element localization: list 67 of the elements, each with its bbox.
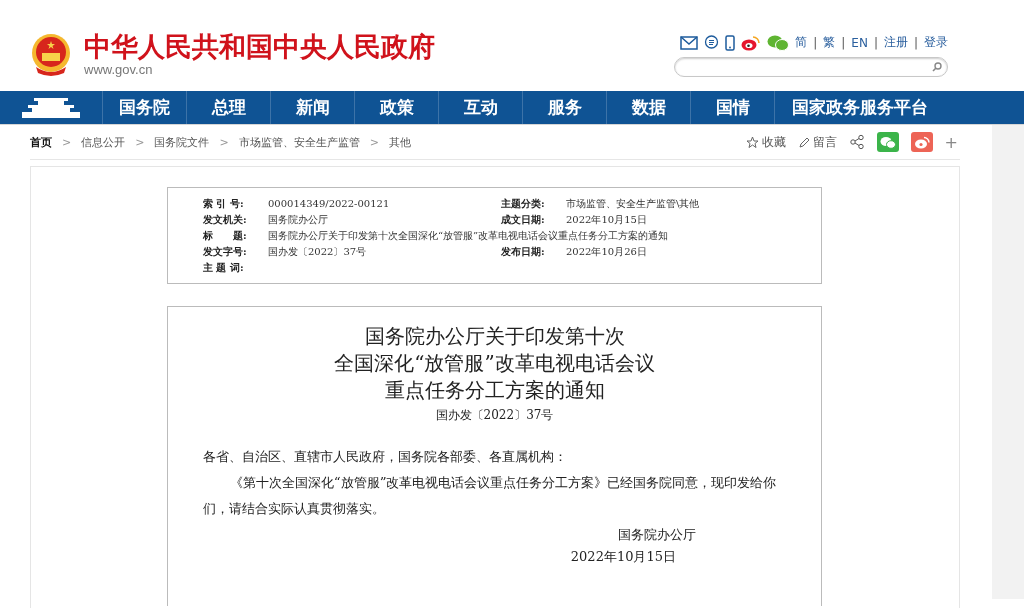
info-value: 市场监管、安全生产监管\其他 [566, 197, 701, 211]
breadcrumb-link[interactable]: 首页 [30, 134, 52, 150]
header-link[interactable]: 繁 [823, 34, 836, 51]
info-label: 主 题 词: [203, 261, 245, 275]
breadcrumb-link[interactable]: 国务院文件 [154, 134, 210, 150]
info-value: 国办发〔2022〕37号 [268, 245, 368, 259]
link-separator: | [873, 35, 878, 50]
info-label: 发文机关: [203, 213, 248, 227]
nav-tab[interactable]: 新闻 [271, 91, 355, 124]
pencil-icon [797, 135, 810, 149]
nav-tab[interactable]: 总理 [187, 91, 271, 124]
breadcrumb-separator: > [369, 135, 379, 149]
signature-text: 国务院办公厅 [617, 526, 697, 544]
nav-tab[interactable]: 服务 [523, 91, 607, 124]
breadcrumb-link[interactable]: 信息公开 [81, 134, 126, 150]
info-label: 发文字号: [203, 245, 248, 259]
wechat-share-button[interactable] [876, 132, 899, 152]
link-separator: | [841, 35, 846, 50]
nav-tab[interactable]: 国家政务服务平台 [775, 91, 945, 124]
comment-button[interactable]: 留言 [797, 133, 837, 151]
share-icon[interactable] [848, 134, 865, 150]
link-separator: | [813, 35, 818, 50]
header-link[interactable]: EN [851, 35, 868, 50]
info-label: 标 题: [203, 229, 248, 243]
wechat-icon[interactable] [767, 34, 790, 51]
mail-icon[interactable] [680, 35, 699, 50]
nav-tab[interactable]: 互动 [439, 91, 523, 124]
document-number: 国办发〔2022〕37号 [434, 407, 555, 424]
breadcrumb-separator: > [219, 135, 229, 149]
phone-icon[interactable] [725, 34, 736, 51]
breadcrumb-link[interactable]: 市场监管、安全生产监管 [238, 134, 360, 150]
info-label: 索 引 号: [203, 197, 245, 211]
info-label: 发布日期: [501, 245, 546, 259]
chat-bubble-icon[interactable] [704, 35, 720, 50]
nav-tab[interactable]: 数据 [607, 91, 691, 124]
nav-tab[interactable]: 政策 [355, 91, 439, 124]
favorite-button[interactable]: 收藏 [745, 133, 786, 151]
nav-tab[interactable]: 国情 [691, 91, 775, 124]
salutation-text: 各省、自治区、直辖市人民政府，国务院各部委、各直属机构： [203, 448, 568, 466]
weibo-icon[interactable] [741, 34, 762, 51]
link-separator: | [913, 35, 918, 50]
breadcrumb-separator: > [135, 135, 145, 149]
info-value: 国务院办公厅关于印发第十次全国深化“放管服”改革电视电话会议重点任务分工方案的通知 [268, 229, 670, 243]
header-link[interactable]: 简 [795, 34, 808, 51]
weibo-share-button[interactable] [910, 132, 933, 152]
site-title[interactable]: 中华人民共和国中央人民政府 [84, 32, 435, 62]
header-link[interactable]: 登录 [924, 34, 948, 51]
document-date: 2022年10月15日 [569, 548, 677, 566]
info-value: 2022年10月26日 [566, 245, 648, 259]
document-title: 国务院办公厅关于印发第十次 全国深化“放管服”改革电视电话会议 重点任务分工方案的通知 [333, 323, 656, 404]
nav-tab[interactable]: 国务院 [103, 91, 187, 124]
site-url[interactable]: www.gov.cn [84, 62, 435, 78]
more-share-button[interactable]: + [944, 132, 958, 152]
breadcrumb-link[interactable]: 其他 [388, 134, 411, 150]
info-value: 2022年10月15日 [566, 213, 648, 227]
national-emblem-icon [30, 33, 72, 77]
tiananmen-gate-icon[interactable] [20, 95, 82, 120]
breadcrumb-separator: > [62, 135, 72, 149]
info-value: 000014349/2022-00121 [268, 197, 391, 211]
header-link[interactable]: 注册 [883, 34, 908, 51]
search-icon[interactable] [931, 61, 943, 73]
info-label: 主题分类: [501, 197, 546, 211]
wechat-icon [879, 135, 896, 149]
info-label: 成文日期: [501, 213, 546, 227]
info-value: 国务院办公厅 [268, 213, 329, 227]
weibo-icon [913, 135, 930, 149]
star-icon [745, 135, 759, 149]
